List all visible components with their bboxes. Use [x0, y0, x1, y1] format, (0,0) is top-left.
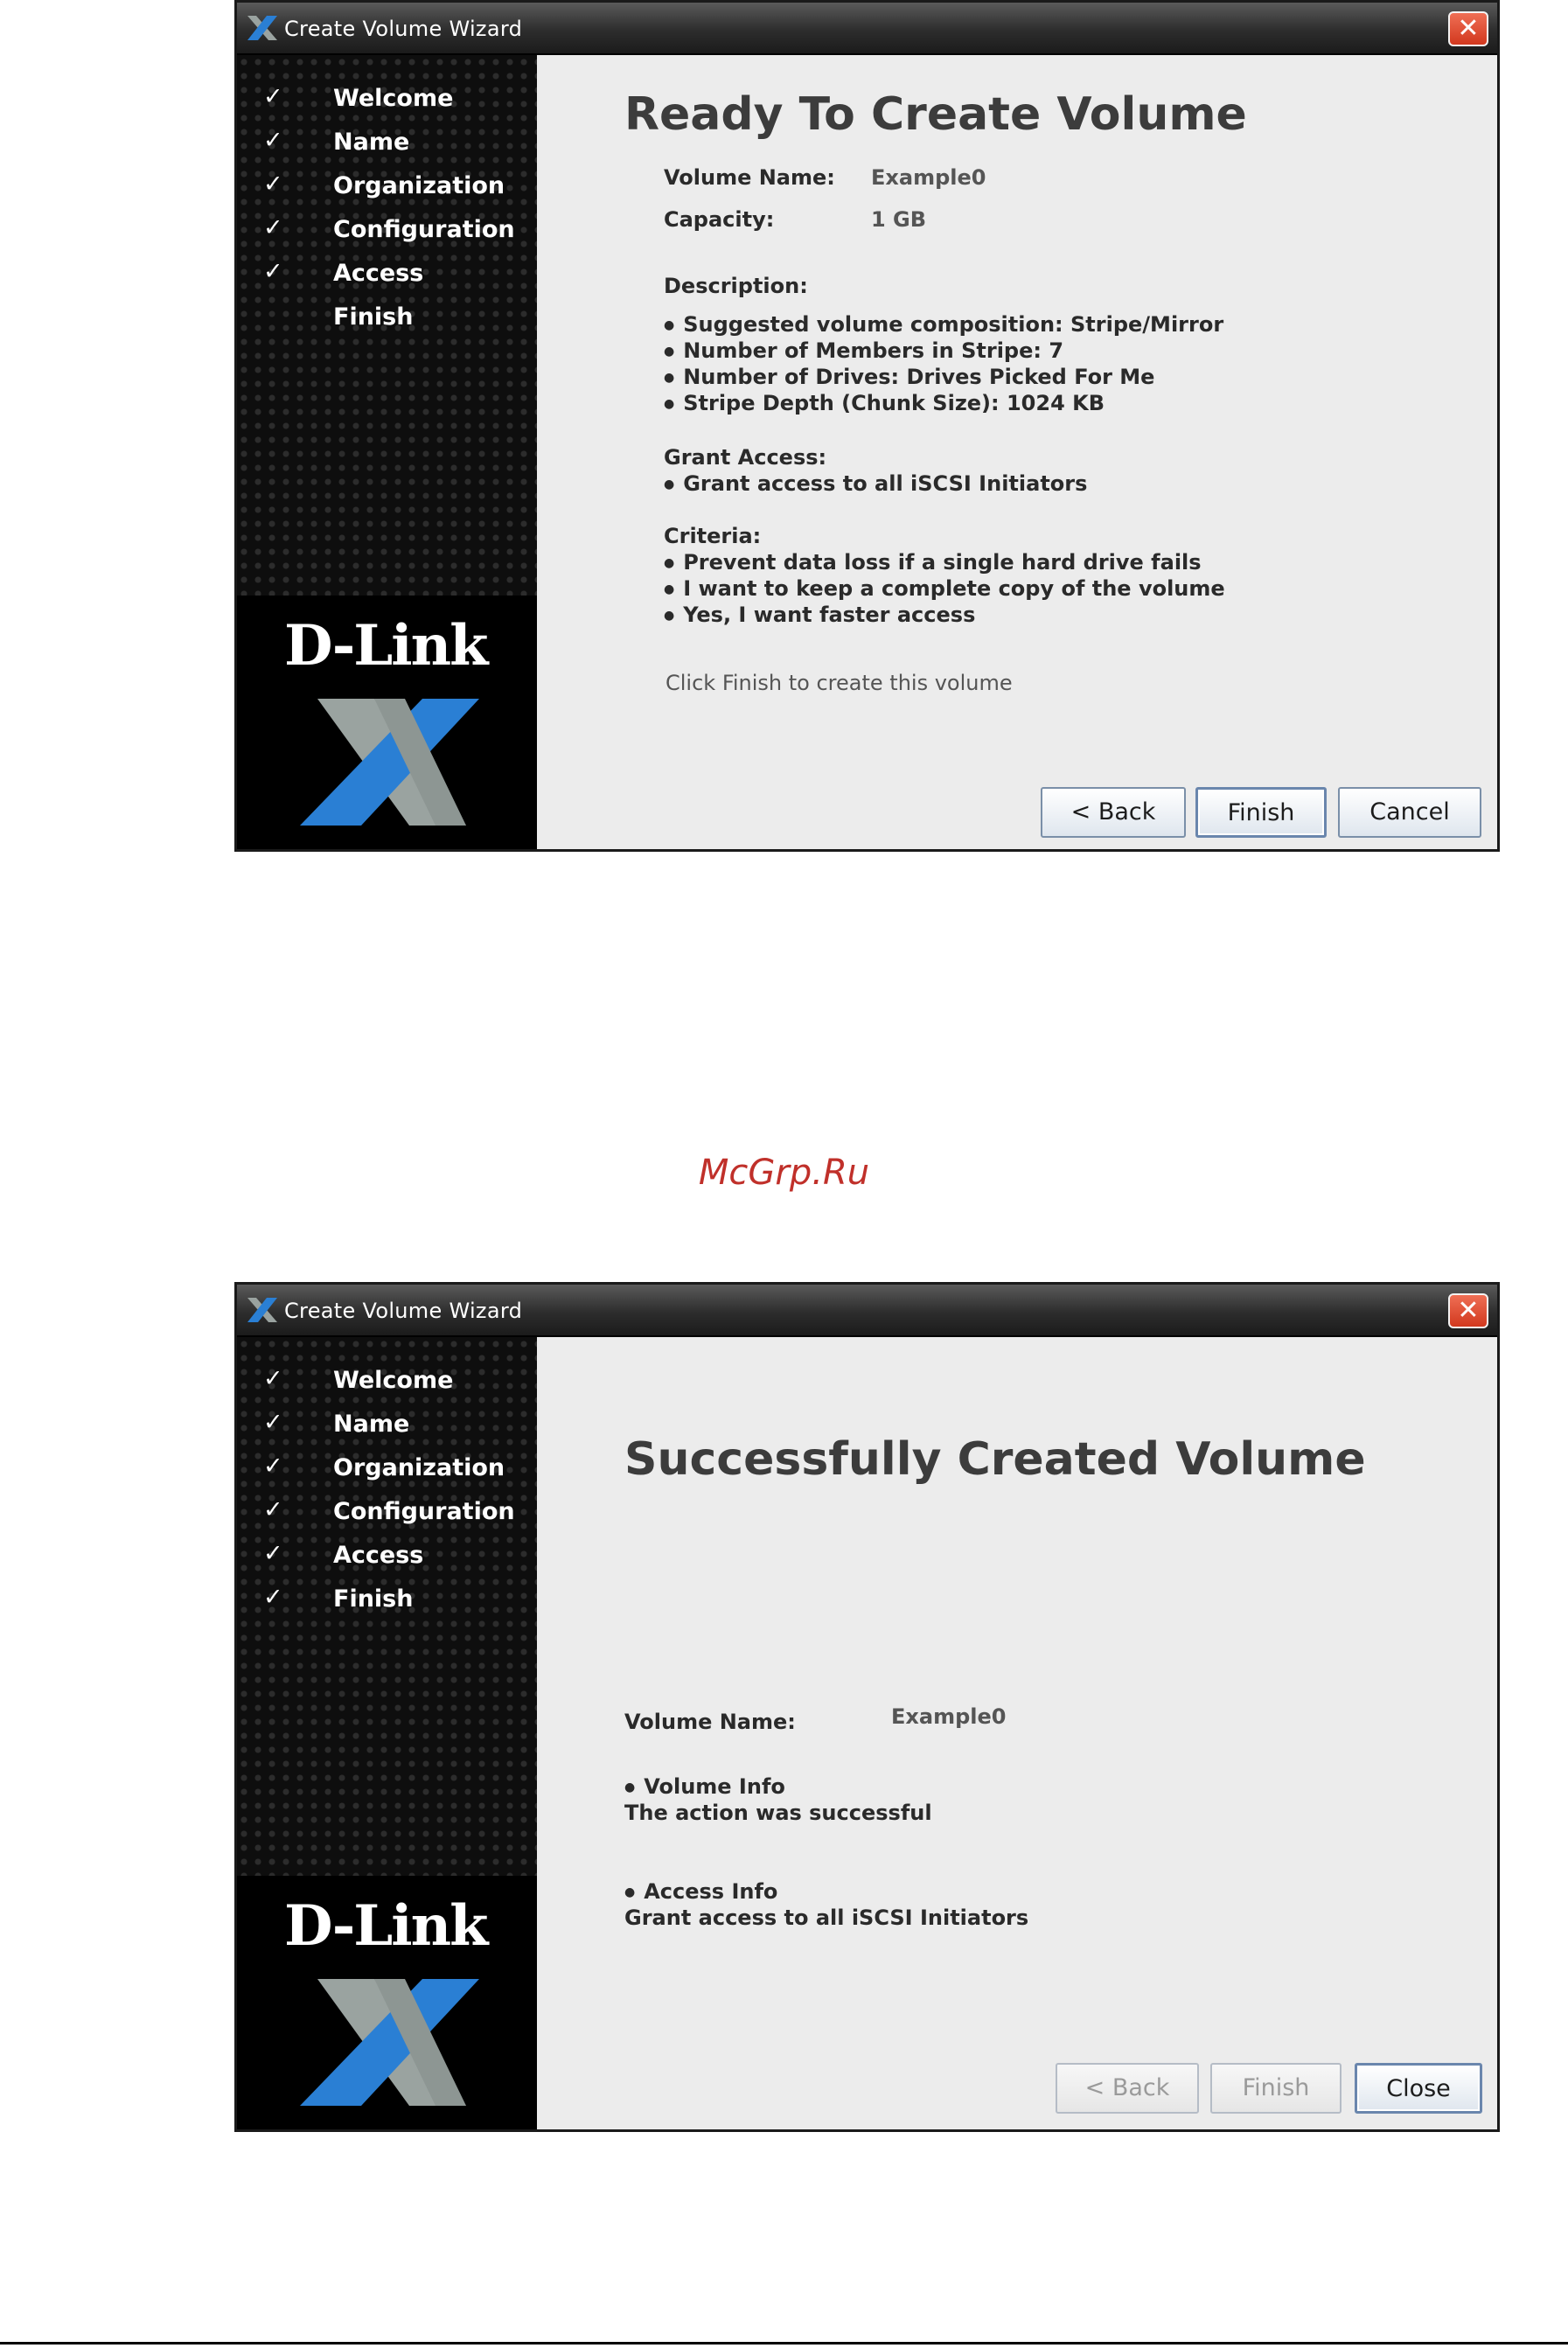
x-logo-icon: [247, 1298, 277, 1322]
success-dialog: Create Volume Wizard ✕ ✓ Welcome ✓ Name …: [234, 1282, 1500, 2132]
check-icon: ✓: [263, 1409, 283, 1436]
check-icon: ✓: [263, 214, 283, 241]
window-title: Create Volume Wizard: [284, 1299, 523, 1323]
ready-to-create-dialog: Create Volume Wizard ✕ ✓ Welcome ✓ Name …: [234, 0, 1500, 852]
grant-access-item: Grant access to all iSCSI Initiators: [664, 471, 1087, 496]
cancel-button[interactable]: Cancel: [1338, 787, 1481, 838]
criteria-item: I want to keep a complete copy of the vo…: [664, 576, 1224, 601]
finish-button[interactable]: Finish: [1195, 787, 1327, 838]
check-icon: ✓: [263, 1584, 283, 1611]
volume-name-value: Example0: [871, 165, 986, 190]
criteria-label: Criteria:: [664, 524, 762, 548]
access-info-title: Access Info: [624, 1879, 777, 1904]
wizard-content: Ready To Create Volume Volume Name: Exam…: [537, 55, 1497, 849]
dlink-logo: D-Link: [284, 1893, 488, 1959]
back-button: < Back: [1056, 2063, 1199, 2114]
step-label: Organization: [333, 172, 505, 199]
step-label: Name: [333, 129, 410, 156]
volume-info-text: The action was successful: [624, 1801, 932, 1825]
step-label: Welcome: [333, 1367, 454, 1394]
page-title: Successfully Created Volume: [624, 1433, 1366, 1486]
check-icon: ✓: [263, 1496, 283, 1523]
x-logo-icon: [300, 699, 479, 826]
volume-name-label: Volume Name:: [624, 1710, 796, 1734]
check-icon: ✓: [263, 1365, 283, 1392]
finish-button: Finish: [1210, 2063, 1342, 2114]
volume-name-label: Volume Name:: [664, 165, 835, 190]
wizard-sidebar: ✓ Welcome ✓ Name ✓ Organization ✓ Config…: [237, 1337, 537, 2129]
description-item: Stripe Depth (Chunk Size): 1024 KB: [664, 391, 1105, 415]
instruction-text: Click Finish to create this volume: [666, 671, 1013, 695]
x-logo-icon: [300, 1979, 479, 2106]
step-label: Welcome: [333, 85, 454, 112]
close-button[interactable]: Close: [1355, 2063, 1482, 2114]
criteria-item: Prevent data loss if a single hard drive…: [664, 550, 1201, 575]
check-icon: ✓: [263, 1453, 283, 1480]
watermark: McGrp.Ru: [698, 1153, 870, 1193]
description-item: Suggested volume composition: Stripe/Mir…: [664, 312, 1223, 337]
check-icon: ✓: [263, 171, 283, 198]
check-icon: ✓: [263, 83, 283, 110]
check-icon: ✓: [263, 258, 283, 285]
back-button[interactable]: < Back: [1041, 787, 1186, 838]
title-bar[interactable]: Create Volume Wizard ✕: [237, 1285, 1497, 1337]
step-label: Organization: [333, 1454, 505, 1481]
step-label: Access: [333, 1542, 424, 1569]
close-icon[interactable]: ✕: [1448, 11, 1488, 46]
access-info-text: Grant access to all iSCSI Initiators: [624, 1906, 1029, 1930]
page-footer-rule: [0, 2342, 1568, 2345]
capacity-value: 1 GB: [871, 207, 927, 232]
close-icon[interactable]: ✕: [1448, 1293, 1488, 1328]
volume-info-title: Volume Info: [624, 1774, 785, 1799]
volume-name-value: Example0: [891, 1704, 1007, 1729]
criteria-item: Yes, I want faster access: [664, 603, 975, 627]
logo-area: D-Link: [237, 596, 537, 849]
step-label: Configuration: [333, 216, 515, 243]
capacity-label: Capacity:: [664, 207, 775, 232]
wizard-sidebar: ✓ Welcome ✓ Name ✓ Organization ✓ Config…: [237, 55, 537, 849]
check-icon: ✓: [263, 1540, 283, 1567]
description-item: Number of Members in Stripe: 7: [664, 338, 1063, 363]
window-title: Create Volume Wizard: [284, 17, 523, 41]
step-label: Finish: [333, 1585, 414, 1613]
step-label: Finish: [333, 303, 414, 331]
x-logo-icon: [247, 16, 277, 40]
page-title: Ready To Create Volume: [624, 88, 1247, 141]
title-bar[interactable]: Create Volume Wizard ✕: [237, 3, 1497, 55]
dlink-logo: D-Link: [284, 613, 488, 679]
check-icon: ✓: [263, 127, 283, 154]
grant-access-label: Grant Access:: [664, 445, 827, 470]
step-label: Access: [333, 260, 424, 287]
description-item: Number of Drives: Drives Picked For Me: [664, 365, 1154, 389]
step-label: Name: [333, 1411, 410, 1438]
wizard-content: Successfully Created Volume Volume Name:…: [537, 1337, 1497, 2129]
step-label: Configuration: [333, 1498, 515, 1525]
description-label: Description:: [664, 274, 808, 298]
logo-area: D-Link: [237, 1876, 537, 2129]
